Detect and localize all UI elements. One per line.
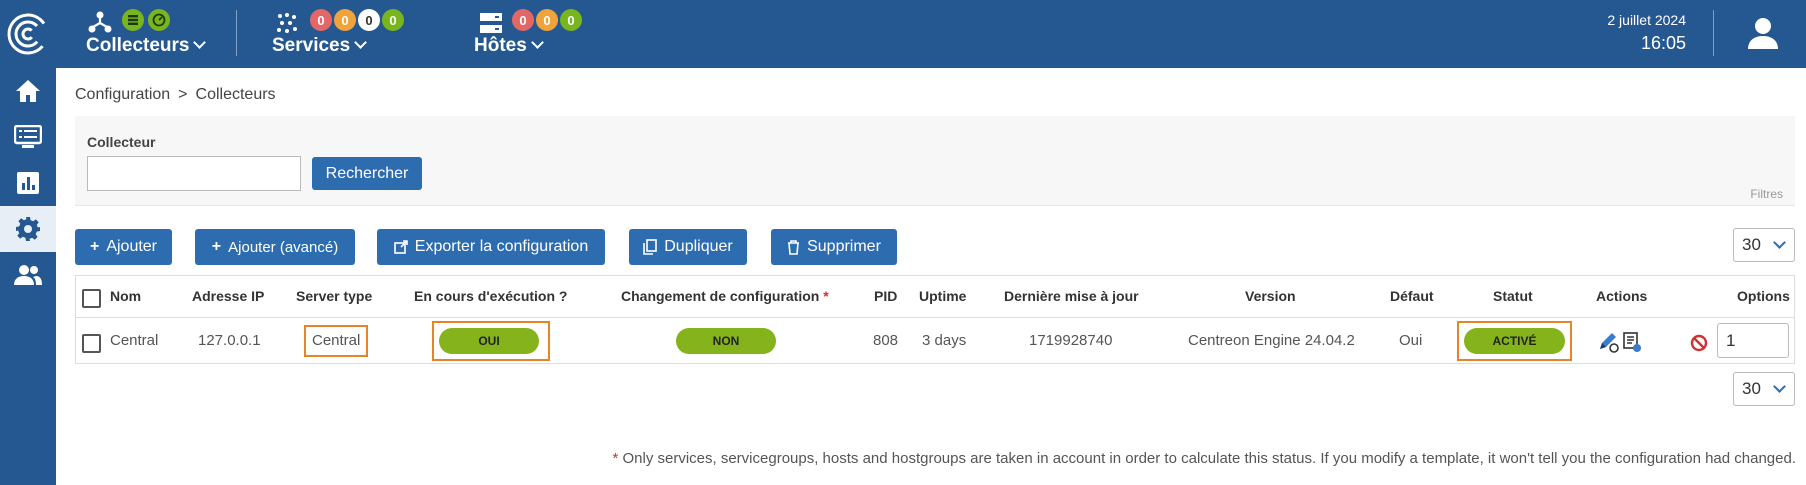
monitoring-icon <box>14 125 42 148</box>
database-status-icon[interactable] <box>122 9 144 31</box>
filter-panel: Collecteur Rechercher Filtres <box>75 116 1795 206</box>
chart-icon <box>17 172 39 194</box>
plus-icon: + <box>89 238 100 255</box>
sidebar-item-home[interactable] <box>0 68 56 114</box>
poller-default: Oui <box>1399 332 1423 349</box>
add-advanced-button[interactable]: + Ajouter (avancé) <box>195 229 355 265</box>
poller-version: Centreon Engine 24.04.2 <box>1188 332 1355 349</box>
divider <box>236 10 237 56</box>
column-header-running: En cours d'exécution ? <box>414 288 568 304</box>
chevron-down-icon <box>1773 380 1786 393</box>
export-configuration-button[interactable]: Exporter la configuration <box>377 229 605 265</box>
services-warning-count[interactable]: 0 <box>334 9 356 31</box>
services-critical-count[interactable]: 0 <box>310 9 332 31</box>
plus-icon: + <box>211 238 222 255</box>
poller-uptime: 3 days <box>922 332 967 349</box>
poller-status-badge: ACTIVÉ <box>1464 328 1565 354</box>
page-size-select-bottom[interactable]: 30 <box>1733 372 1795 406</box>
page-size-select-top[interactable]: 30 <box>1733 228 1795 262</box>
breadcrumb-separator: > <box>178 86 188 103</box>
collector-filter-label: Collecteur <box>87 134 156 150</box>
collectors-label[interactable]: Collecteurs <box>86 35 207 57</box>
delete-button[interactable]: Supprimer <box>771 229 897 265</box>
hosts-down-count[interactable]: 0 <box>512 9 534 31</box>
chevron-down-icon <box>530 36 544 49</box>
chevron-down-icon <box>354 36 368 49</box>
column-header-options: Options <box>1737 288 1790 304</box>
chevron-down-icon <box>193 36 207 49</box>
duplicate-button[interactable]: Dupliquer <box>629 229 747 265</box>
poller-ip: 127.0.0.1 <box>198 332 261 349</box>
gear-icon <box>16 217 40 241</box>
poller-pid: 808 <box>873 332 899 349</box>
services-icon <box>277 13 297 33</box>
edit-configuration-icon[interactable] <box>1597 331 1619 353</box>
view-logs-icon[interactable] <box>1622 331 1642 353</box>
current-time: 16:05 <box>1640 33 1686 53</box>
sidebar-item-monitoring[interactable] <box>0 114 56 160</box>
hosts-label[interactable]: Hôtes <box>474 35 544 57</box>
copy-icon <box>643 239 658 255</box>
column-header-server-type: Server type <box>296 288 373 304</box>
services-menu[interactable]: 0 0 0 0 Services <box>270 0 430 68</box>
user-profile-icon[interactable] <box>1746 16 1780 50</box>
collectors-icon <box>88 11 112 33</box>
column-header-ip: Adresse IP <box>192 288 265 304</box>
config-change-badge: NON <box>676 328 776 354</box>
trash-icon <box>788 239 800 255</box>
poller-name[interactable]: Central <box>110 332 158 349</box>
hosts-menu[interactable]: 0 0 0 Hôtes <box>474 0 614 68</box>
collector-search-input[interactable] <box>87 156 301 191</box>
footnote-marker: * <box>612 450 619 467</box>
poller-last-update: 1719928740 <box>1029 332 1113 349</box>
external-link-icon <box>393 240 408 254</box>
breadcrumb-collectors[interactable]: Collecteurs <box>196 86 276 103</box>
column-header-version: Version <box>1245 288 1296 304</box>
hosts-unreachable-count[interactable]: 0 <box>536 9 558 31</box>
footnote-text: Only services, servicegroups, hosts and … <box>622 450 1796 467</box>
home-icon <box>16 80 40 102</box>
chevron-down-icon <box>1773 236 1786 249</box>
services-label[interactable]: Services <box>272 35 368 57</box>
column-header-uptime: Uptime <box>919 288 967 304</box>
footnote: * Only services, servicegroups, hosts an… <box>612 450 1796 467</box>
poller-server-type: Central <box>312 332 361 349</box>
users-icon <box>14 265 42 285</box>
pollers-table: Nom Adresse IP Server type En cours d'ex… <box>75 275 1795 364</box>
row-divider <box>76 317 1794 318</box>
running-status-badge: OUI <box>439 328 539 354</box>
current-date: 2 juillet 2024 <box>1607 12 1686 28</box>
sidebar-item-administration[interactable] <box>0 252 56 298</box>
sidebar-item-reporting[interactable] <box>0 160 56 206</box>
top-bar: Collecteurs 0 0 0 0 Services 0 0 0 Hôtes… <box>0 0 1806 68</box>
column-header-name[interactable]: Nom <box>110 288 141 304</box>
row-checkbox[interactable] <box>82 334 101 353</box>
breadcrumb: Configuration > Collecteurs <box>75 86 276 104</box>
sidebar-item-configuration[interactable] <box>0 206 56 252</box>
required-marker: * <box>823 288 829 304</box>
collectors-menu[interactable]: Collecteurs <box>82 0 222 68</box>
duplicate-count-input[interactable] <box>1717 323 1789 358</box>
centreon-logo-icon[interactable] <box>4 8 52 60</box>
hosts-icon <box>480 13 502 33</box>
column-header-last-update: Dernière mise à jour <box>1004 288 1139 304</box>
breadcrumb-configuration[interactable]: Configuration <box>75 86 170 103</box>
sidebar <box>0 68 56 485</box>
divider <box>1713 10 1714 56</box>
column-header-status: Statut <box>1493 288 1533 304</box>
column-header-actions: Actions <box>1596 288 1648 304</box>
services-ok-count[interactable]: 0 <box>382 9 404 31</box>
hosts-up-count[interactable]: 0 <box>560 9 582 31</box>
services-unknown-count[interactable]: 0 <box>358 9 380 31</box>
add-button[interactable]: + Ajouter <box>75 229 172 265</box>
column-header-pid: PID <box>874 288 898 304</box>
search-button[interactable]: Rechercher <box>312 157 422 190</box>
disable-icon[interactable] <box>1690 334 1708 352</box>
filters-label: Filtres <box>1750 187 1783 201</box>
column-header-default: Défaut <box>1390 288 1434 304</box>
select-all-checkbox[interactable] <box>82 289 101 308</box>
latency-status-icon[interactable] <box>148 9 170 31</box>
clock: 2 juillet 2024 16:05 <box>1607 12 1686 54</box>
column-header-config-change: Changement de configuration * <box>621 288 829 304</box>
